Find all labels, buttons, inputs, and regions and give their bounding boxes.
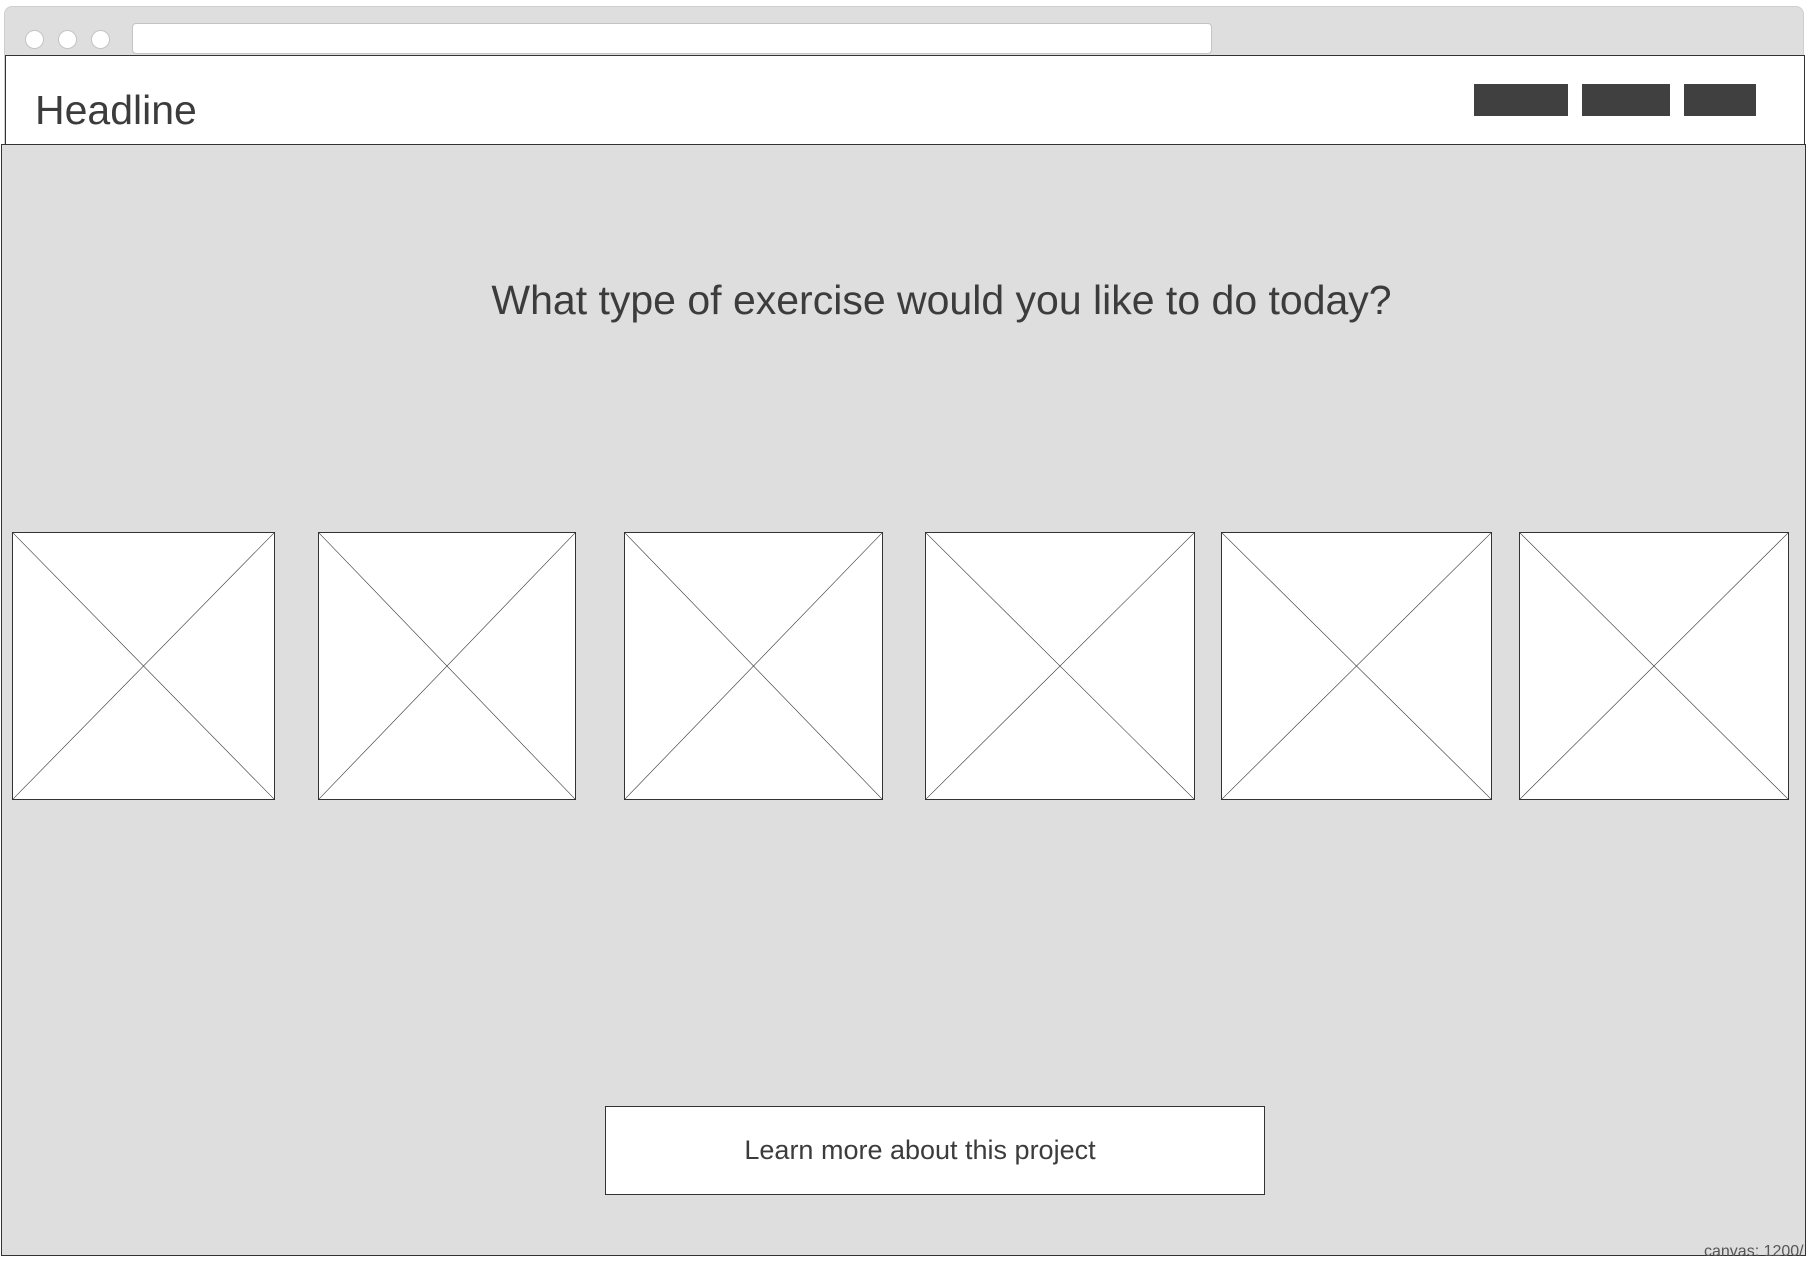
image-placeholder-icon [1520, 533, 1788, 799]
exercise-option-3[interactable] [624, 532, 883, 800]
nav-item-2[interactable] [1582, 84, 1670, 116]
address-bar[interactable] [132, 23, 1212, 54]
image-placeholder-icon [926, 533, 1194, 799]
main-content: What type of exercise would you like to … [1, 144, 1806, 1256]
exercise-option-1[interactable] [12, 532, 275, 800]
window-close-dot[interactable] [25, 30, 44, 49]
headline: Headline [35, 87, 197, 133]
window-maximize-dot[interactable] [91, 30, 110, 49]
image-placeholder-icon [1222, 533, 1491, 799]
exercise-option-2[interactable] [318, 532, 576, 800]
image-placeholder-icon [625, 533, 882, 799]
nav-item-3[interactable] [1684, 84, 1756, 116]
image-placeholder-icon [13, 533, 274, 799]
nav-item-1[interactable] [1474, 84, 1568, 116]
exercise-option-4[interactable] [925, 532, 1195, 800]
learn-more-button[interactable]: Learn more about this project [605, 1106, 1265, 1195]
window-minimize-dot[interactable] [58, 30, 77, 49]
canvas-size-note: canvas: 1200/ [1704, 1243, 1804, 1260]
site-header: Headline [5, 55, 1805, 145]
page-question: What type of exercise would you like to … [491, 277, 1392, 323]
exercise-option-5[interactable] [1221, 532, 1492, 800]
image-placeholder-icon [319, 533, 575, 799]
exercise-option-6[interactable] [1519, 532, 1789, 800]
